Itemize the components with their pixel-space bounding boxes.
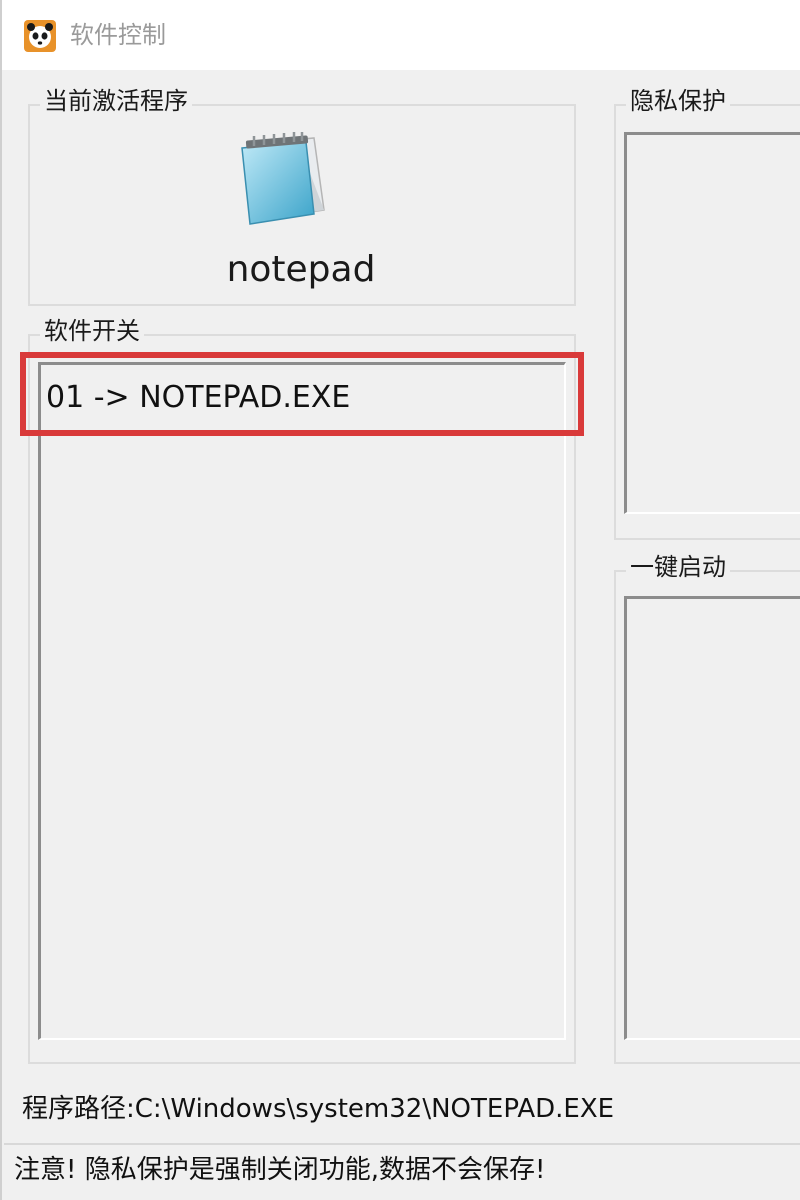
- active-program-name: notepad: [226, 249, 376, 290]
- panda-logo-icon: [24, 20, 56, 52]
- privacy-protection-list[interactable]: [624, 132, 800, 514]
- privacy-protection-label: 隐私保护: [626, 86, 730, 116]
- title-bar: 软件控制: [2, 0, 800, 70]
- program-path-status: 程序路径:C:\Windows\system32\NOTEPAD.EXE: [22, 1094, 615, 1124]
- one-click-start-list[interactable]: [624, 596, 800, 1040]
- one-click-start-label: 一键启动: [626, 552, 730, 582]
- software-switch-label: 软件开关: [40, 316, 144, 346]
- app-window: 软件控制 当前激活程序 notepad 软件开关 01 -> NOTEPAD.E…: [0, 0, 800, 1200]
- highlight-box: [20, 352, 584, 436]
- status-divider: [4, 1143, 800, 1145]
- window-title: 软件控制: [70, 21, 166, 49]
- notepad-icon: [241, 132, 325, 225]
- software-switch-list[interactable]: [38, 362, 566, 1040]
- current-program-label: 当前激活程序: [40, 86, 192, 116]
- notice-status: 注意! 隐私保护是强制关闭功能,数据不会保存!: [14, 1155, 546, 1185]
